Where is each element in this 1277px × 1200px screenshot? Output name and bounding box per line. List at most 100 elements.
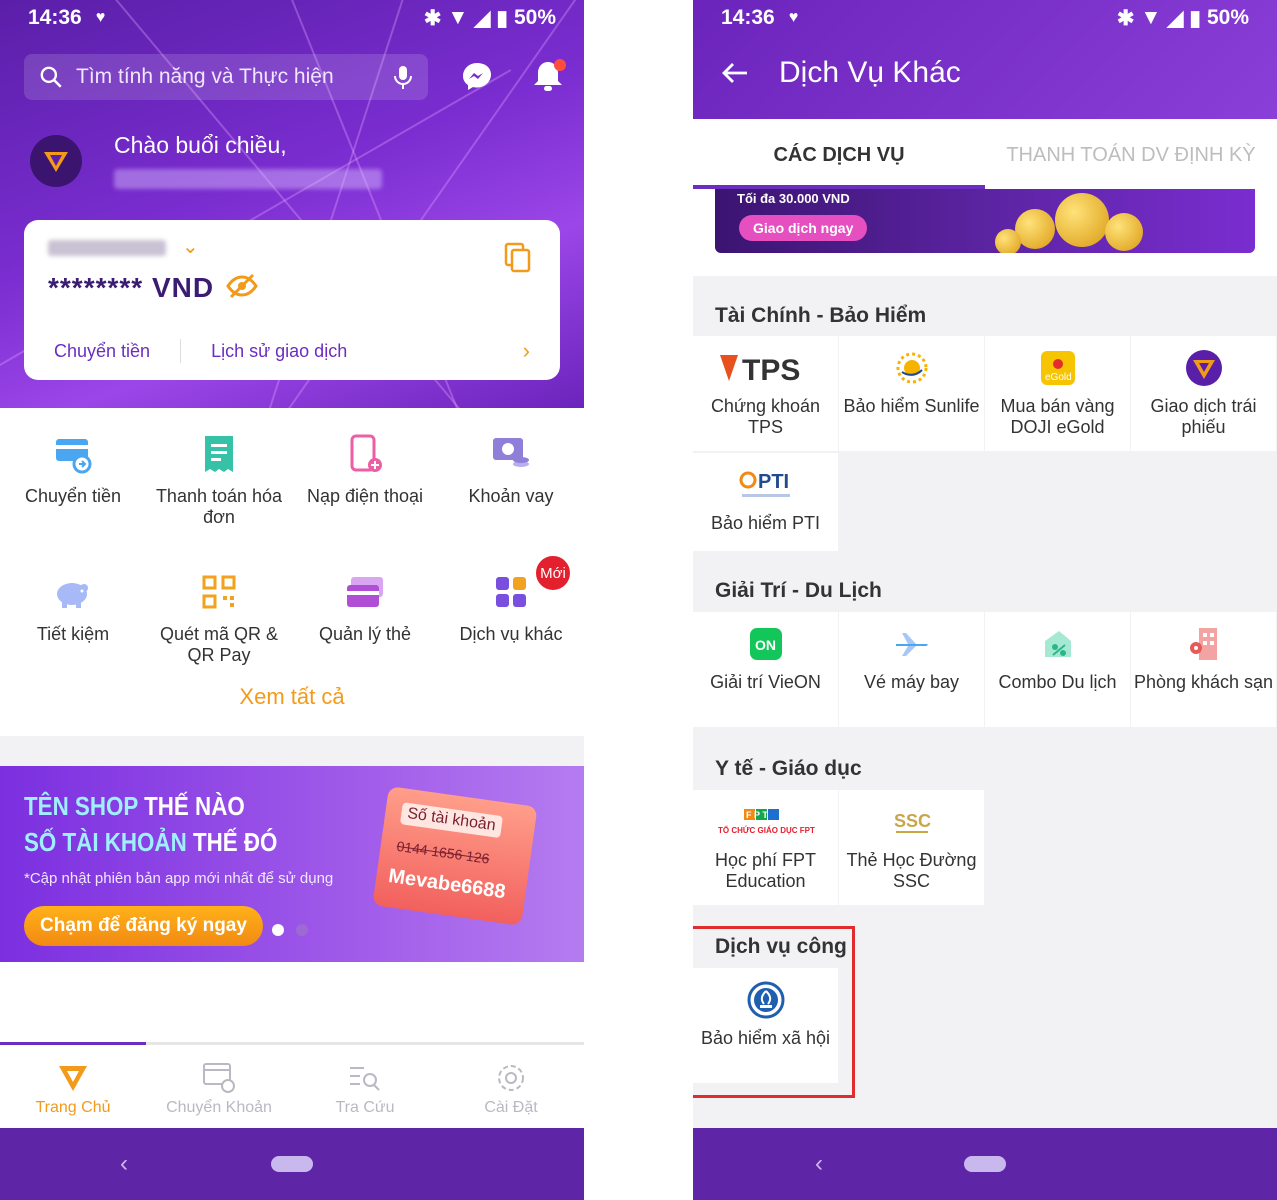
android-nav-bar: ‹ bbox=[693, 1128, 1277, 1200]
battery-icon: ▮ bbox=[1189, 6, 1201, 30]
wifi-icon: ▼ bbox=[1140, 6, 1162, 29]
tab-label: Cài Đặt bbox=[484, 1099, 538, 1116]
nav-home-pill[interactable] bbox=[271, 1156, 313, 1172]
status-time: 14:36 bbox=[28, 6, 82, 29]
tab-recurring-payments[interactable]: THANH TOÁN DV ĐỊNH KỲ bbox=[985, 119, 1277, 189]
section-divider bbox=[0, 736, 584, 766]
active-tab-indicator bbox=[0, 1042, 146, 1045]
tab-settings[interactable]: Cài Đặt bbox=[438, 1045, 584, 1128]
divider bbox=[180, 339, 182, 363]
messenger-icon[interactable] bbox=[458, 58, 496, 96]
banner-line2b: THẾ ĐÓ bbox=[186, 827, 278, 857]
status-bar: 14:36 ♥ ✱ ▼ ◢ ▮ 50% bbox=[693, 0, 1277, 36]
banner-line1b: THẾ NÀO bbox=[137, 791, 245, 821]
service-tabs: CÁC DỊCH VỤ THANH TOÁN DV ĐỊNH KỲ bbox=[693, 119, 1277, 189]
tab-lookup[interactable]: Tra Cứu bbox=[292, 1045, 438, 1128]
feature-savings[interactable]: Tiết kiệm bbox=[0, 566, 146, 666]
service-sunlife[interactable]: Bảo hiểm Sunlife bbox=[839, 336, 984, 451]
transfer-card-icon bbox=[56, 439, 92, 474]
service-label: Học phí FPT Education bbox=[714, 850, 817, 891]
service-label: Giao dịch trái phiếu bbox=[1150, 396, 1257, 437]
tab-transfer[interactable]: Chuyển Khoản bbox=[146, 1045, 292, 1128]
service-hotel[interactable]: Phòng khách sạn bbox=[1131, 612, 1276, 727]
feature-transfer[interactable]: Chuyển tiền bbox=[0, 428, 146, 528]
heart-icon: ♥ bbox=[95, 9, 106, 26]
card-manage-icon bbox=[347, 577, 383, 607]
eye-off-icon[interactable] bbox=[226, 272, 258, 300]
section-title: Tài Chính - Bảo Hiểm bbox=[715, 304, 927, 327]
section-title: Giải Trí - Du Lịch bbox=[715, 579, 882, 602]
tab-label: Trang Chủ bbox=[35, 1099, 111, 1116]
feature-phone-topup[interactable]: Nạp điện thoại bbox=[292, 428, 438, 528]
piggy-bank-icon bbox=[57, 583, 88, 608]
service-flights[interactable]: Vé máy bay bbox=[839, 612, 984, 727]
copy-icon[interactable] bbox=[504, 242, 532, 274]
nav-back-icon[interactable]: ‹ bbox=[120, 1150, 128, 1178]
service-ssc[interactable]: SSC Thẻ Học Đường SSC bbox=[839, 790, 984, 905]
feature-label: Khoản vay bbox=[468, 486, 554, 506]
tps-logo: TPS bbox=[719, 354, 800, 385]
feature-grid: Chuyển tiền Thanh toán hóa đơn Nạp điện … bbox=[0, 428, 584, 666]
service-label: Combo Du lịch bbox=[998, 672, 1117, 692]
svg-text:ON: ON bbox=[755, 637, 776, 653]
transfer-link[interactable]: Chuyển tiền bbox=[54, 341, 150, 362]
service-label: Giải trí VieON bbox=[710, 672, 821, 692]
bell-icon[interactable] bbox=[528, 56, 568, 96]
service-vieon[interactable]: ON Giải trí VieON bbox=[693, 612, 838, 727]
chevron-down-icon[interactable]: ⌄ bbox=[182, 234, 199, 259]
phone-topup-icon bbox=[350, 434, 382, 472]
service-tps[interactable]: TPS Chứng khoán TPS bbox=[693, 336, 838, 451]
svg-text:SSC: SSC bbox=[894, 811, 931, 831]
microphone-icon[interactable] bbox=[392, 64, 414, 90]
search-bar[interactable]: Tìm tính năng và Thực hiện bbox=[24, 54, 428, 100]
signal-icon: ◢ bbox=[474, 6, 491, 30]
feature-label: Thanh toán hóa đơn bbox=[155, 486, 283, 527]
highlight-box bbox=[693, 926, 855, 1098]
page-title: Dịch Vụ Khác bbox=[779, 56, 961, 89]
service-bonds[interactable]: Giao dịch trái phiếu bbox=[1131, 336, 1276, 451]
service-travel-combo[interactable]: Combo Du lịch bbox=[985, 612, 1130, 727]
chevron-right-icon[interactable]: › bbox=[523, 338, 530, 364]
account-number-blurred bbox=[48, 240, 166, 256]
status-time: 14:36 bbox=[721, 6, 775, 29]
service-label: Thẻ Học Đường SSC bbox=[846, 850, 977, 891]
promo-banner[interactable]: TÊN SHOP THẾ NÀO SỐ TÀI KHOẢN THẾ ĐÓ *Cậ… bbox=[0, 766, 584, 962]
sunlife-icon bbox=[896, 352, 927, 384]
search-placeholder: Tìm tính năng và Thực hiện bbox=[76, 65, 334, 88]
egold-logo: eGold bbox=[1040, 351, 1075, 385]
banner-card-title: Số tài khoản bbox=[399, 802, 503, 839]
section-title: Y tế - Giáo dục bbox=[715, 757, 862, 780]
service-label: Chứng khoán TPS bbox=[710, 396, 821, 437]
feature-bill-payment[interactable]: Thanh toán hóa đơn bbox=[146, 428, 292, 528]
feature-card-management[interactable]: Quản lý thẻ bbox=[292, 566, 438, 666]
feature-qr-pay[interactable]: Quét mã QR & QR Pay bbox=[146, 566, 292, 666]
feature-loan[interactable]: Khoản vay bbox=[438, 428, 584, 528]
nav-back-icon[interactable]: ‹ bbox=[815, 1150, 823, 1178]
service-egold[interactable]: eGold Mua bán vàng DOJI eGold bbox=[985, 336, 1130, 451]
heart-icon: ♥ bbox=[788, 9, 799, 26]
lookup-icon bbox=[350, 1067, 380, 1091]
bluetooth-icon: ✱ bbox=[423, 6, 442, 30]
service-label: Bảo hiểm Sunlife bbox=[843, 396, 980, 416]
battery-icon: ▮ bbox=[496, 6, 508, 30]
nav-home-pill[interactable] bbox=[964, 1156, 1006, 1172]
register-now-button[interactable]: Chạm để đăng ký ngay bbox=[24, 906, 263, 946]
transaction-history-link[interactable]: Lịch sử giao dịch bbox=[211, 341, 347, 362]
transfer-icon bbox=[203, 1063, 235, 1093]
tab-home[interactable]: Trang Chủ bbox=[0, 1045, 146, 1128]
status-bar: 14:36 ♥ ✱ ▼ ◢ ▮ 50% bbox=[0, 0, 584, 36]
carousel-dots[interactable] bbox=[272, 924, 308, 936]
back-arrow-icon[interactable] bbox=[721, 61, 749, 85]
feature-label: Tiết kiệm bbox=[36, 624, 110, 644]
bill-icon bbox=[205, 436, 233, 472]
transact-now-button[interactable]: Giao dịch ngay bbox=[739, 215, 868, 241]
see-all-link[interactable]: Xem tất cả bbox=[0, 684, 584, 710]
section-public-services: Dịch vụ công Bảo hiểm xã hội bbox=[693, 907, 1277, 1129]
feature-other-services[interactable]: Mới Dịch vụ khác bbox=[438, 554, 584, 666]
feature-label: Nạp điện thoại bbox=[306, 486, 424, 506]
home-logo-icon bbox=[59, 1066, 87, 1091]
banner-line1a: TÊN SHOP bbox=[24, 791, 138, 821]
promo-banner[interactable]: Tối đa 30.000 VND Giao dịch ngay bbox=[715, 189, 1255, 253]
service-fpt-education[interactable]: F P T TỔ CHỨC GIÁO DỤC FPT Học phí FPT Ed… bbox=[693, 790, 838, 905]
tab-services[interactable]: CÁC DỊCH VỤ bbox=[693, 119, 985, 189]
